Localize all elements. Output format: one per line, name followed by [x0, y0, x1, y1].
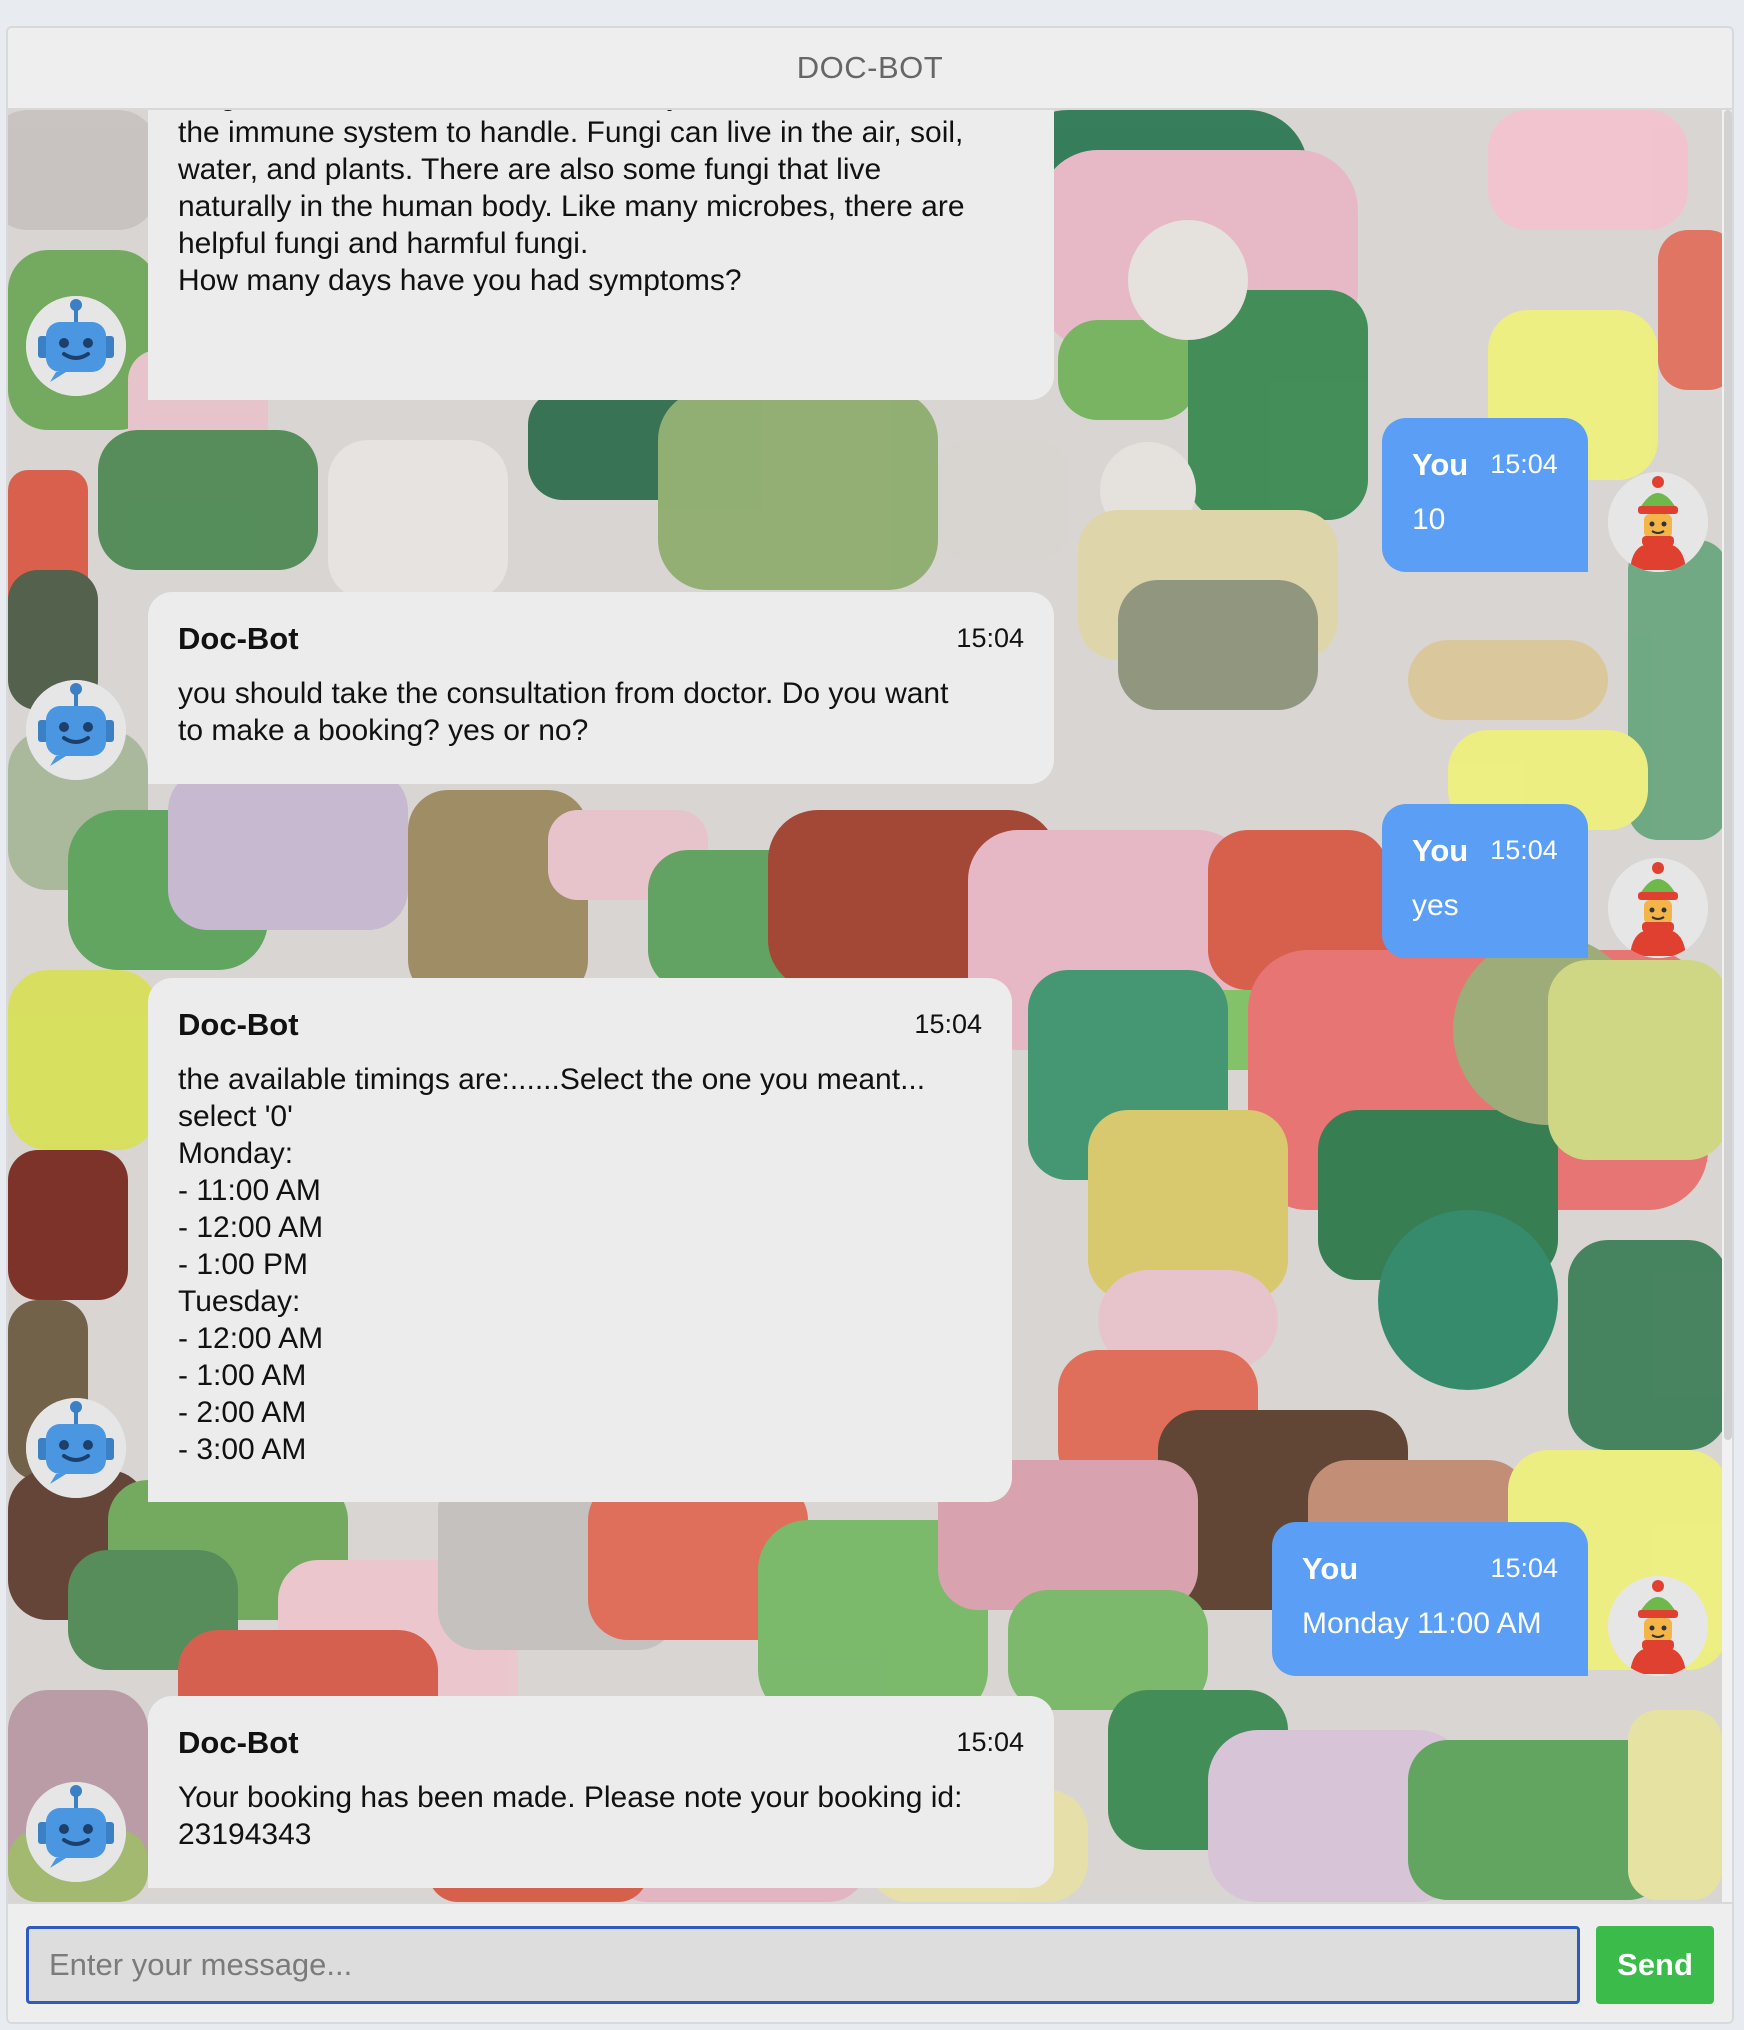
bot-message: Doc-Bot 15:04 the available timings are:… [148, 978, 1012, 1502]
message-time: 15:04 [1490, 1553, 1558, 1583]
message-list[interactable]: In humans, fungal infections occur when … [8, 110, 1722, 1902]
robot-icon [26, 1398, 126, 1498]
user-message: You 15:04 10 [1382, 418, 1588, 572]
message-sender: You [1302, 1551, 1359, 1586]
robot-icon [26, 680, 126, 780]
message-time: 15:04 [914, 1009, 982, 1039]
chat-window: DOC-BOT the immune system to handle. Fun… [6, 26, 1734, 2024]
user-message: You 15:04 yes [1382, 804, 1588, 958]
user-avatar [1608, 1576, 1708, 1676]
message-sender: Doc-Bot [178, 621, 299, 656]
chat-header: DOC-BOT [8, 28, 1732, 110]
user-avatar [1608, 472, 1708, 572]
message-text: In humans, fungal infections occur when … [178, 110, 965, 297]
chat-title: DOC-BOT [796, 50, 944, 85]
message-time: 15:04 [956, 623, 1024, 653]
message-text: the available timings are:......Select t… [178, 1063, 926, 1466]
bot-message: In humans, fungal infections occur when … [148, 110, 1054, 400]
message-input[interactable] [26, 1926, 1580, 2004]
send-button[interactable]: Send [1596, 1926, 1714, 2004]
message-time: 15:04 [1490, 835, 1558, 865]
user-avatar [1608, 858, 1708, 958]
bot-avatar [26, 1782, 126, 1882]
scrollbar-thumb[interactable] [1724, 110, 1732, 1440]
user-winter-hat-icon [1608, 1576, 1708, 1676]
robot-icon [26, 1782, 126, 1882]
user-winter-hat-icon [1608, 858, 1708, 958]
message-text: you should take the consultation from do… [178, 677, 949, 747]
message-text: Monday 11:00 AM [1302, 1607, 1542, 1640]
chat-scrollbar[interactable] [1722, 110, 1732, 1902]
message-composer: Send [8, 1902, 1732, 2022]
message-sender: You [1412, 447, 1469, 482]
bot-message: Doc-Bot 15:04 you should take the consul… [148, 592, 1054, 784]
bot-avatar [26, 1398, 126, 1498]
robot-icon [26, 296, 126, 396]
message-sender: You [1412, 833, 1469, 868]
message-sender: Doc-Bot [178, 1725, 299, 1760]
message-time: 15:04 [956, 1727, 1024, 1757]
bot-avatar [26, 296, 126, 396]
message-text: Your booking has been made. Please note … [178, 1781, 963, 1851]
user-message: You 15:04 Monday 11:00 AM [1272, 1522, 1588, 1676]
user-winter-hat-icon [1608, 472, 1708, 572]
message-time: 15:04 [1490, 449, 1558, 479]
message-text: yes [1412, 889, 1459, 922]
bot-avatar [26, 680, 126, 780]
message-text: 10 [1412, 503, 1446, 536]
message-sender: Doc-Bot [178, 1007, 299, 1042]
bot-message: Doc-Bot 15:04 Your booking has been made… [148, 1696, 1054, 1888]
